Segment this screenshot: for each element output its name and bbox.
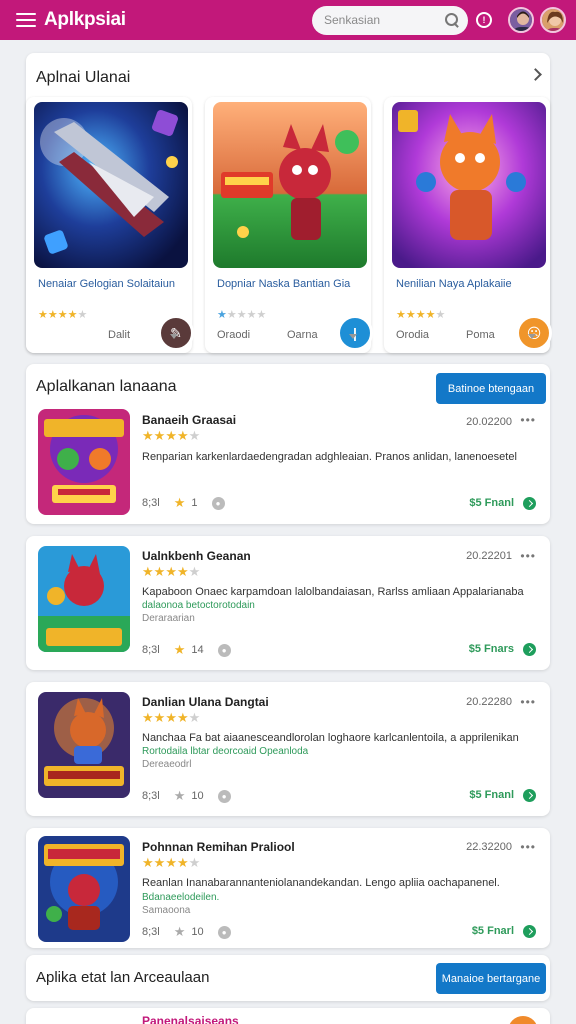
app-tag: Rortodaila lbtar deorcoaid Opeanloda (142, 746, 309, 757)
featured-name: Nenaiar Gelogian Solaitaiun (38, 278, 175, 290)
more-icon[interactable]: ••• (520, 549, 536, 563)
featured-meta: Oraodi Oarna (217, 329, 318, 341)
search-icon[interactable] (444, 12, 460, 28)
app-count: 1 (191, 497, 198, 509)
settings-icon[interactable]: ● (217, 789, 231, 803)
app-title: Aplkpsiai (44, 9, 126, 30)
arrow-icon[interactable] (523, 497, 536, 510)
star-icon: ★ (173, 924, 186, 939)
section-title: Aplika etat lan Arceaulaan (36, 969, 210, 986)
avatar[interactable] (508, 7, 534, 33)
featured-meta: Orodia Poma (396, 329, 495, 341)
game-thumbnail[interactable] (38, 836, 130, 942)
game-thumbnail[interactable] (392, 102, 546, 268)
featured-name: Dopniar Naska Bantian Gia (217, 278, 351, 290)
info-icon[interactable]: ! (476, 12, 492, 28)
app-date: 22.32200 (466, 841, 512, 853)
app-title[interactable]: Danlian Ulana Dangtai (142, 695, 269, 709)
featured-meta: Dalit (38, 329, 184, 341)
app-subtext: Dereaeodrl (142, 759, 192, 770)
app-date: 20.02200 (466, 416, 512, 428)
more-icon[interactable]: ••• (520, 840, 536, 854)
see-more-button[interactable]: Batinoe btengaan (436, 373, 546, 404)
app-meta: 8;3l ★ 10 ● (142, 788, 231, 804)
rating-stars: ★★★★★ (142, 855, 201, 870)
arrow-icon[interactable] (523, 925, 536, 938)
app-description: Nanchaa Fa bat aiaanesceandlorolan logha… (142, 732, 519, 744)
app-price: $5 Fnarl (471, 925, 514, 937)
rating-stars: ★★★★★ (142, 564, 201, 579)
app-header: Aplkpsiai ! (0, 0, 576, 40)
game-thumbnail[interactable] (508, 1016, 538, 1024)
arrow-icon[interactable] (523, 643, 536, 656)
section-title: Aplnai Ulanai (36, 69, 131, 86)
rating-stars: ★★★★★ (38, 309, 88, 321)
bottom-section: Aplika etat lan Arceaulaan Manaioe berta… (26, 955, 550, 1001)
rating-stars: ★★★★★ (142, 428, 201, 443)
settings-icon[interactable]: ● (217, 643, 231, 657)
list-item[interactable]: Ualnkbenh Geanan 20.22201 ••• ★★★★★ Kapa… (26, 536, 550, 670)
star-icon: ★ (173, 495, 186, 510)
game-thumbnail[interactable] (38, 692, 130, 798)
app-price: $5 Fnanl (469, 789, 514, 801)
chevron-down-icon[interactable] (528, 334, 536, 339)
search-input[interactable] (324, 13, 444, 27)
app-description: Renparian karkenlardaedengradan adghleai… (142, 451, 517, 463)
featured-section: Aplnai Ulanai ✎ Nenaiar Gelogian Solaita… (26, 53, 552, 353)
app-subtext: Deraraarian (142, 613, 195, 624)
app-description: Reanlan Inanabarannanteniolanandekandan.… (142, 877, 500, 889)
list-item[interactable]: Panenalsaiseans (26, 1008, 550, 1024)
see-more-button[interactable]: Manaioe bertargane (436, 963, 546, 994)
more-icon[interactable]: ••• (520, 413, 536, 427)
chevron-right-icon[interactable] (529, 68, 542, 81)
app-title[interactable]: Ualnkbenh Geanan (142, 549, 251, 563)
section-title: Aplalkanan lanaana (36, 378, 177, 395)
featured-card[interactable]: | Dopniar Naska Bantian Gia ★★★★★ Oraodi… (205, 97, 373, 353)
app-date: 20.22280 (466, 696, 512, 708)
settings-icon[interactable]: ● (217, 925, 231, 939)
more-icon[interactable]: ••• (520, 695, 536, 709)
app-title[interactable]: Pohnnan Remihan Praliool (142, 840, 295, 854)
star-icon: ★ (173, 788, 186, 803)
featured-card[interactable]: ☹ Nenilian Naya Aplakaiie ★★★★★ Orodia P… (384, 97, 552, 353)
app-subtext: Samaoona (142, 905, 191, 916)
featured-card[interactable]: ✎ Nenaiar Gelogian Solaitaiun ★★★★★ Dali… (26, 97, 194, 353)
app-date: 20.22201 (466, 550, 512, 562)
arrow-icon[interactable] (523, 789, 536, 802)
app-description: Kapaboon Onaec karpamdoan lalolbandaiasa… (142, 586, 524, 598)
star-icon: ★ (173, 642, 186, 657)
app-size: 8;3l (142, 497, 160, 509)
rating-stars: ★★★★★ (217, 309, 267, 321)
avatar[interactable] (540, 7, 566, 33)
game-thumbnail[interactable] (38, 546, 130, 652)
featured-name: Nenilian Naya Aplakaiie (396, 278, 512, 290)
app-tag: Bdanaeelodeilen. (142, 892, 220, 903)
chevron-down-icon[interactable] (170, 334, 178, 339)
rating-stars: ★★★★★ (142, 710, 201, 725)
list-item[interactable]: Pohnnan Remihan Praliool 22.32200 ••• ★★… (26, 828, 550, 948)
chevron-down-icon[interactable] (349, 334, 357, 339)
app-price: $5 Fnars (468, 643, 514, 655)
rating-stars: ★★★★★ (396, 309, 446, 321)
search-box[interactable] (312, 5, 468, 35)
app-price: $5 Fnanl (469, 497, 514, 509)
app-meta: 8;3l ★ 10 ● (142, 924, 231, 940)
settings-icon[interactable]: ● (211, 496, 225, 510)
game-thumbnail[interactable] (38, 409, 130, 515)
list-item[interactable]: Danlian Ulana Dangtai 20.22280 ••• ★★★★★… (26, 682, 550, 816)
game-thumbnail[interactable] (213, 102, 367, 268)
app-meta: 8;3l ★ 14 ● (142, 642, 231, 658)
game-thumbnail[interactable] (34, 102, 188, 268)
menu-icon[interactable] (16, 13, 36, 27)
app-title[interactable]: Banaeih Graasai (142, 413, 236, 427)
app-meta: 8;3l ★ 1 ● (142, 495, 225, 511)
apps-list-section: Aplalkanan lanaana Batinoe btengaan Bana… (26, 364, 550, 524)
app-title[interactable]: Panenalsaiseans (142, 1014, 239, 1024)
app-tag: dalaonoa betoctorotodain (142, 600, 255, 611)
